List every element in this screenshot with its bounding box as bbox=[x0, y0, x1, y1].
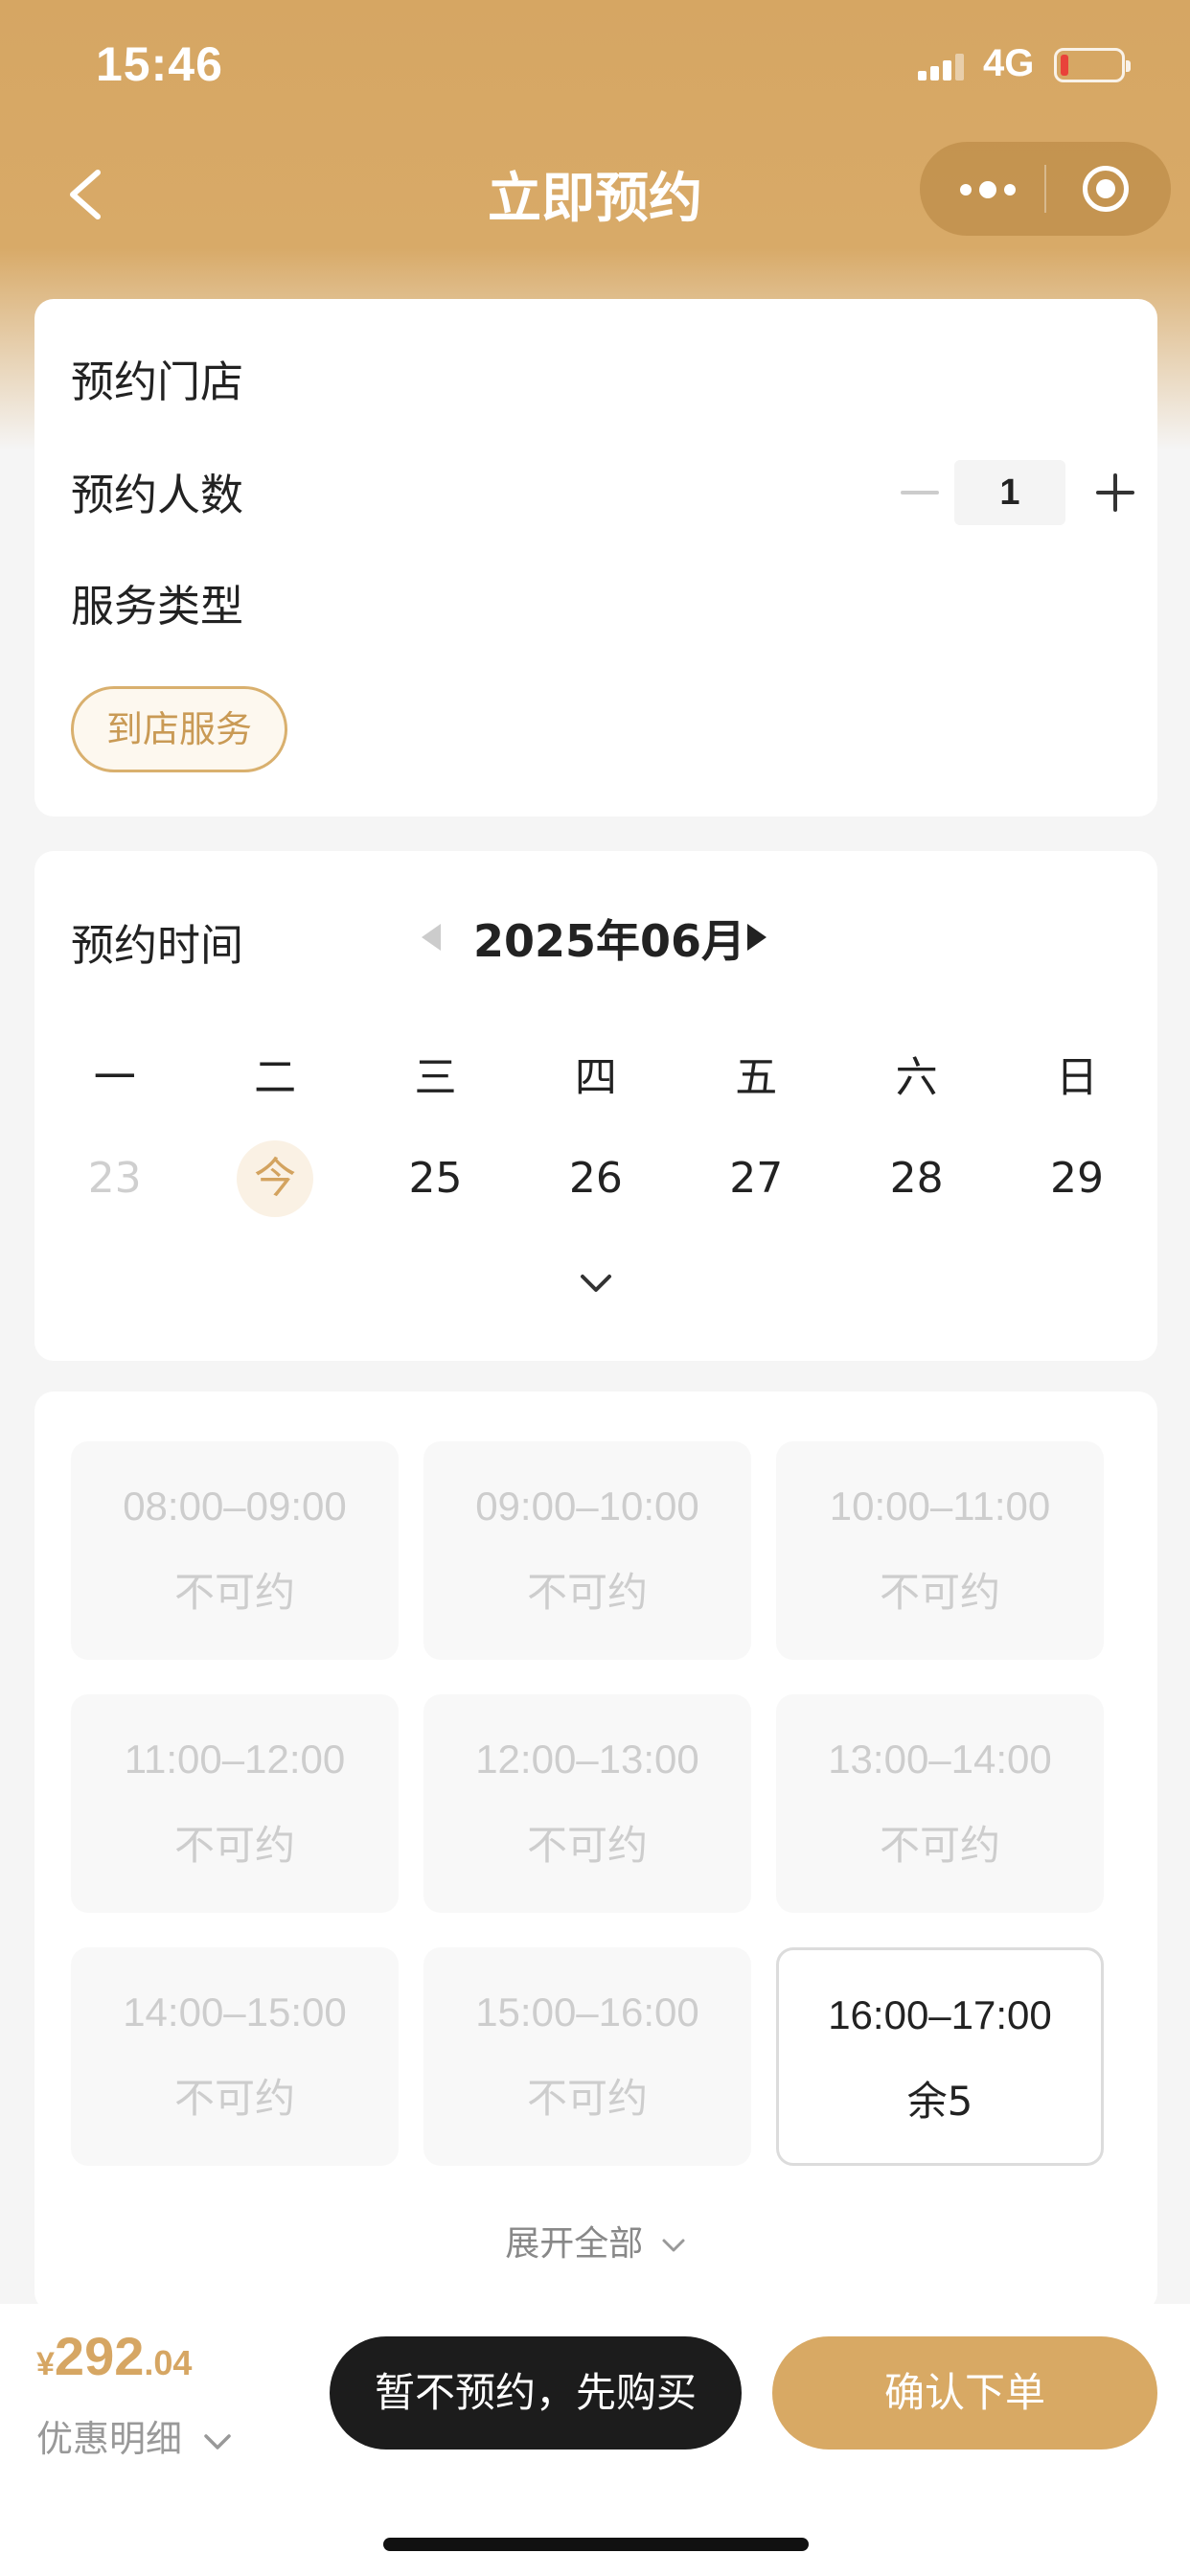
time-slot-unavailable: 10:00–11:00 不可约 bbox=[776, 1441, 1104, 1660]
status-bar: 15:46 4G bbox=[0, 0, 1190, 134]
slot-status: 不可约 bbox=[879, 1569, 1000, 1616]
slot-status: 不可约 bbox=[173, 1569, 295, 1616]
date-cell[interactable]: 27 bbox=[676, 1138, 836, 1219]
battery-icon bbox=[1054, 48, 1131, 82]
price-decimal: .04 bbox=[144, 2343, 193, 2382]
month-title: 2025年06月 bbox=[473, 915, 746, 967]
home-indicator bbox=[383, 2538, 809, 2551]
chevron-down-icon bbox=[581, 1275, 611, 1292]
capsule-divider bbox=[1044, 165, 1046, 213]
discount-details-label: 优惠明细 bbox=[36, 2418, 183, 2460]
service-type-label: 服务类型 bbox=[71, 581, 244, 632]
date-cell[interactable]: 25 bbox=[355, 1138, 515, 1219]
time-slot-unavailable: 12:00–13:00 不可约 bbox=[423, 1694, 751, 1913]
time-slots-card: 08:00–09:00 不可约 09:00–10:00 不可约 10:00–11… bbox=[34, 1392, 1157, 2312]
weekday-label: 三 bbox=[414, 1053, 457, 1102]
time-slot-unavailable: 14:00–15:00 不可约 bbox=[71, 1947, 399, 2166]
weekday-header: 一 二 三 四 五 六 日 bbox=[34, 1043, 1157, 1104]
slot-time: 12:00–13:00 bbox=[475, 1736, 699, 1782]
weekday-label: 一 bbox=[93, 1053, 136, 1102]
slot-time: 16:00–17:00 bbox=[828, 1992, 1052, 2037]
date-row: 23 今 25 26 27 28 29 bbox=[34, 1138, 1157, 1219]
mini-program-capsule bbox=[920, 142, 1171, 236]
slot-time: 08:00–09:00 bbox=[123, 1484, 347, 1529]
checkout-bar: ¥292.04 优惠明细 暂不预约，先购买 确认下单 bbox=[0, 2304, 1190, 2576]
next-month-button[interactable] bbox=[747, 924, 767, 951]
slot-time: 15:00–16:00 bbox=[475, 1990, 699, 2035]
confirm-order-button[interactable]: 确认下单 bbox=[772, 2336, 1157, 2450]
expand-all-button[interactable]: 展开全部 bbox=[34, 2216, 1157, 2266]
service-type-option[interactable]: 到店服务 bbox=[71, 686, 287, 772]
date-cell-today[interactable]: 今 bbox=[195, 1138, 355, 1219]
weekday-label: 五 bbox=[735, 1053, 778, 1102]
time-slot-unavailable: 15:00–16:00 不可约 bbox=[423, 1947, 751, 2166]
people-count: 1 bbox=[954, 460, 1065, 525]
slot-status: 不可约 bbox=[526, 1569, 648, 1616]
currency-symbol: ¥ bbox=[36, 2346, 55, 2382]
chevron-down-icon bbox=[204, 2433, 231, 2450]
buy-without-booking-button[interactable]: 暂不预约，先购买 bbox=[330, 2336, 742, 2450]
weekday-label: 二 bbox=[254, 1053, 297, 1102]
slot-time: 09:00–10:00 bbox=[475, 1484, 699, 1529]
date-cell[interactable]: 26 bbox=[515, 1138, 675, 1219]
discount-details-button[interactable]: 优惠明细 bbox=[36, 2409, 234, 2462]
weekday-label: 四 bbox=[574, 1053, 617, 1102]
slot-status: 不可约 bbox=[526, 2075, 648, 2122]
slot-status: 不可约 bbox=[173, 1822, 295, 1869]
slot-remaining: 余5 bbox=[906, 2078, 973, 2125]
slot-time: 14:00–15:00 bbox=[123, 1990, 347, 2035]
weekday-label: 日 bbox=[1056, 1053, 1099, 1102]
chevron-down-icon bbox=[662, 2239, 685, 2252]
slot-time: 13:00–14:00 bbox=[828, 1736, 1052, 1782]
prev-month-button[interactable] bbox=[422, 924, 441, 951]
booking-time-label: 预约时间 bbox=[71, 920, 244, 971]
booking-info-card: 预约门店 预约人数 1 服务类型 到店服务 bbox=[34, 299, 1157, 816]
time-slot-unavailable: 08:00–09:00 不可约 bbox=[71, 1441, 399, 1660]
expand-all-label: 展开全部 bbox=[505, 2224, 644, 2264]
date-cell: 23 bbox=[87, 1154, 142, 1203]
slot-status: 不可约 bbox=[879, 1822, 1000, 1869]
time-slot-unavailable: 09:00–10:00 不可约 bbox=[423, 1441, 751, 1660]
expand-calendar-button[interactable] bbox=[579, 1267, 613, 1301]
signal-icon bbox=[918, 54, 966, 80]
date-cell[interactable]: 28 bbox=[836, 1138, 996, 1219]
increment-button[interactable] bbox=[1096, 473, 1134, 512]
close-target-icon[interactable] bbox=[1083, 166, 1129, 212]
price-integer: 292 bbox=[54, 2326, 145, 2386]
price: ¥292.04 bbox=[36, 2325, 192, 2387]
more-icon[interactable] bbox=[954, 171, 1031, 207]
network-type: 4G bbox=[983, 42, 1035, 84]
time-slot-unavailable: 11:00–12:00 不可约 bbox=[71, 1694, 399, 1913]
calendar-card: 预约时间 2025年06月 一 二 三 四 五 六 日 23 今 25 26 2… bbox=[34, 851, 1157, 1361]
status-time: 15:46 bbox=[96, 37, 223, 91]
time-slot-available[interactable]: 16:00–17:00 余5 bbox=[776, 1947, 1104, 2166]
slot-time: 10:00–11:00 bbox=[829, 1484, 1051, 1529]
people-label: 预约人数 bbox=[71, 470, 244, 520]
slot-status: 不可约 bbox=[173, 2075, 295, 2122]
store-label: 预约门店 bbox=[71, 356, 244, 407]
weekday-label: 六 bbox=[895, 1053, 938, 1102]
slot-time: 11:00–12:00 bbox=[124, 1736, 346, 1782]
time-slot-unavailable: 13:00–14:00 不可约 bbox=[776, 1694, 1104, 1913]
today-label: 今 bbox=[254, 1154, 297, 1203]
date-cell[interactable]: 29 bbox=[996, 1138, 1156, 1219]
slot-status: 不可约 bbox=[526, 1822, 648, 1869]
decrement-button[interactable] bbox=[901, 491, 939, 494]
